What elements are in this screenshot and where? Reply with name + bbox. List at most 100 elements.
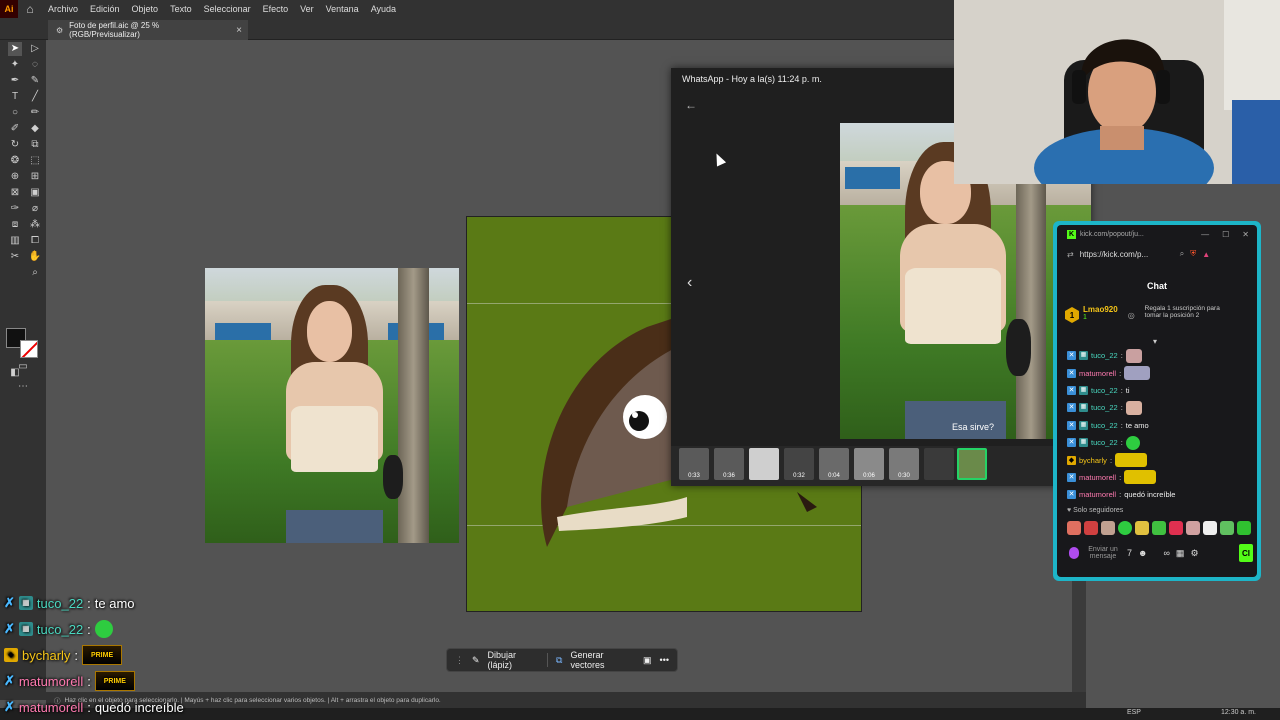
menu-edicion[interactable]: Edición [84, 4, 126, 14]
media-thumbnail-selected[interactable] [957, 448, 987, 480]
menu-efecto[interactable]: Efecto [257, 4, 295, 14]
chevron-down-icon[interactable]: ▾ [1153, 337, 1157, 346]
media-thumbnail[interactable]: 0:06 [854, 448, 884, 480]
symbol-sprayer-tool-icon[interactable]: ⁂ [28, 218, 42, 232]
eraser-tool-icon[interactable]: ◆ [28, 122, 42, 136]
sticker-icon[interactable]: 7 [1127, 548, 1132, 558]
microphone-icon[interactable] [1069, 547, 1079, 559]
type-tool-icon[interactable]: T [8, 90, 22, 104]
store-icon[interactable]: ▦ [1176, 548, 1185, 559]
pen-tool-icon[interactable]: ✒ [8, 74, 22, 88]
paintbrush-tool-icon[interactable]: ✏ [28, 106, 42, 120]
artboard-tool-icon[interactable]: ⧠ [28, 234, 42, 248]
chat-username[interactable]: matumorell [1079, 490, 1116, 499]
quick-emote[interactable] [1203, 521, 1217, 535]
quick-emote[interactable] [1084, 521, 1098, 535]
close-icon[interactable]: × [236, 25, 242, 36]
media-thumbnail[interactable] [924, 448, 954, 480]
shaper-tool-icon[interactable]: ✐ [8, 122, 22, 136]
chat-username[interactable]: tuco_22 [1091, 438, 1118, 447]
emoji-icon[interactable]: ☻ [1138, 548, 1147, 558]
zoom-icon[interactable]: ⌕ [1180, 249, 1184, 259]
chat-username[interactable]: tuco_22 [1091, 421, 1118, 430]
quick-emote[interactable] [1067, 521, 1081, 535]
chat-username[interactable]: tuco_22 [1091, 351, 1118, 360]
media-thumbnail[interactable]: 0:36 [714, 448, 744, 480]
free-transform-tool-icon[interactable]: ⬚ [28, 154, 42, 168]
pinned-username[interactable]: Lmao920 [1083, 305, 1118, 314]
lasso-tool-icon[interactable]: ◌ [28, 58, 42, 72]
menu-archivo[interactable]: Archivo [42, 4, 84, 14]
chat-username[interactable]: bycharly [1079, 456, 1107, 465]
document-tab[interactable]: ⚙ Foto de perfil.aic @ 25 % (RGB/Previsu… [48, 20, 248, 40]
quick-emote[interactable] [1169, 521, 1183, 535]
rotate-tool-icon[interactable]: ↻ [8, 138, 22, 152]
home-icon[interactable]: ⌂ [18, 0, 42, 18]
more-options-button[interactable]: ••• [660, 655, 669, 665]
quick-emote[interactable] [1118, 521, 1132, 535]
quick-emote[interactable] [1186, 521, 1200, 535]
quick-emote[interactable] [1237, 521, 1251, 535]
media-thumbnail[interactable]: 0:32 [784, 448, 814, 480]
quick-emote[interactable] [1135, 521, 1149, 535]
perspective-grid-tool-icon[interactable]: ⊞ [28, 170, 42, 184]
chat-username[interactable]: tuco_22 [1091, 386, 1118, 395]
media-thumbnail[interactable] [749, 448, 779, 480]
eyedropper-tool-icon[interactable]: ✑ [8, 202, 22, 216]
quick-emote[interactable] [1101, 521, 1115, 535]
back-arrow-icon[interactable]: ← [685, 98, 697, 112]
gear-icon[interactable]: ⚙ [1190, 548, 1198, 559]
drag-handle-icon[interactable]: ⋮ [455, 655, 464, 666]
stroke-color-swatch[interactable] [20, 340, 38, 358]
selection-tool-icon[interactable]: ➤ [8, 42, 22, 56]
scale-tool-icon[interactable]: ⧉ [28, 138, 42, 152]
blend-tool-icon[interactable]: ⧈ [8, 218, 22, 232]
chat-input[interactable]: Enviar un mensaje [1085, 546, 1121, 560]
clock[interactable]: 12:30 a. m. [1221, 709, 1256, 716]
media-thumbnail[interactable]: 0:30 [889, 448, 919, 480]
media-thumbnail[interactable]: 0:33 [679, 448, 709, 480]
chat-message-list[interactable]: ✕ ▦ tuco_22: ✕ matumorell: ✕ ▦ tuco_22: … [1067, 347, 1247, 504]
brave-shield-icon[interactable]: ⛨ [1190, 249, 1196, 259]
warp-tool-icon[interactable]: ❂ [8, 154, 22, 168]
ellipse-tool-icon[interactable]: ○ [8, 106, 22, 120]
maximize-icon[interactable]: ☐ [1222, 230, 1229, 239]
close-icon[interactable]: ✕ [1242, 230, 1249, 239]
more-tools-icon[interactable]: ⋯ [16, 380, 30, 394]
gradient-tool-icon[interactable]: ▣ [28, 186, 42, 200]
menu-ver[interactable]: Ver [294, 4, 320, 14]
menu-objeto[interactable]: Objeto [126, 4, 165, 14]
chat-username[interactable]: matumorell [1079, 473, 1116, 482]
placed-photo[interactable] [205, 268, 459, 543]
line-tool-icon[interactable]: ╱ [28, 90, 42, 104]
curvature-tool-icon[interactable]: ✎ [28, 74, 42, 88]
quick-emote[interactable] [1220, 521, 1234, 535]
magic-wand-tool-icon[interactable]: ✦ [8, 58, 22, 72]
hand-tool-icon[interactable]: ✋ [28, 250, 42, 264]
send-button[interactable]: Cl [1239, 544, 1253, 562]
menu-ventana[interactable]: Ventana [320, 4, 365, 14]
brave-rewards-icon[interactable]: ▲ [1202, 250, 1210, 259]
quick-emote[interactable] [1152, 521, 1166, 535]
generate-vectors-button[interactable]: Generar vectores [570, 650, 635, 670]
shape-builder-tool-icon[interactable]: ⊕ [8, 170, 22, 184]
chat-username[interactable]: matumorell [1079, 369, 1116, 378]
language-indicator[interactable]: ESP [1127, 709, 1141, 716]
draw-pencil-button[interactable]: Dibujar (lápiz) [488, 650, 540, 670]
kicks-icon[interactable]: ∞ [1164, 548, 1170, 558]
graph-tool-icon[interactable]: ▥ [8, 234, 22, 248]
chat-username[interactable]: tuco_22 [1091, 403, 1118, 412]
measure-tool-icon[interactable]: ⌀ [28, 202, 42, 216]
menu-seleccionar[interactable]: Seleccionar [198, 4, 257, 14]
chevron-left-icon[interactable]: ‹ [687, 274, 692, 292]
media-thumbnail[interactable]: 0:04 [819, 448, 849, 480]
menu-ayuda[interactable]: Ayuda [365, 4, 402, 14]
kick-url-text[interactable]: https://kick.com/p... [1080, 250, 1174, 259]
slice-tool-icon[interactable]: ✂ [8, 250, 22, 264]
site-settings-icon[interactable]: ⇄ [1067, 250, 1074, 259]
direct-selection-tool-icon[interactable]: ▷ [28, 42, 42, 56]
zoom-tool-icon[interactable]: ⌕ [28, 266, 42, 280]
mesh-tool-icon[interactable]: ⊠ [8, 186, 22, 200]
screen-mode-icon[interactable]: ▭ [16, 360, 30, 374]
image-options-icon[interactable]: ▣ [643, 655, 652, 666]
